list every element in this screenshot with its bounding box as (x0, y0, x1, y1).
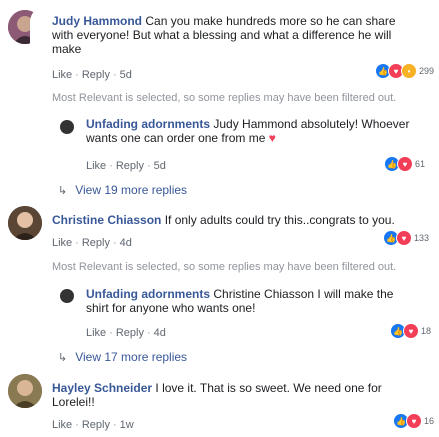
love-icon: ♥ (397, 156, 413, 172)
reply-text: Unfading adornments Judy Hammond absolut… (86, 117, 416, 145)
reply-author[interactable]: Unfading adornments (86, 117, 210, 131)
reply-link[interactable]: Reply (82, 69, 110, 81)
avatar-unfading-adornments[interactable] (60, 120, 74, 134)
like-link[interactable]: Like (52, 419, 72, 431)
timestamp[interactable]: 1w (120, 419, 134, 431)
reply-link[interactable]: Reply (82, 419, 110, 431)
comment-body-line: with everyone! But what a blessing and w… (52, 28, 392, 42)
love-icon: ♥ (396, 230, 412, 246)
reaction-summary[interactable]: 👍 ♥ 133 (383, 230, 429, 246)
reaction-summary[interactable]: 👍 ♥ 16 (393, 413, 434, 429)
comment-text: Hayley Schneider I love it. That is so s… (52, 381, 422, 409)
view-more-label: View 19 more replies (75, 183, 188, 197)
comment-text: Judy Hammond Can you make hundreds more … (52, 14, 422, 56)
timestamp[interactable]: 5d (120, 69, 132, 81)
comment-body-line: Lorelei!! (52, 395, 95, 409)
like-link[interactable]: Like (52, 69, 72, 81)
comment-body-line: I love it. That is so sweet. We need one… (155, 381, 382, 395)
view-more-replies[interactable]: ↳ View 19 more replies (58, 183, 187, 198)
reply-arrow-icon: ↳ (58, 352, 68, 364)
reaction-count: 299 (419, 66, 435, 76)
reply-link[interactable]: Reply (82, 237, 110, 249)
comment-body-line: make (52, 42, 82, 56)
love-icon: ♥ (403, 323, 419, 339)
timestamp[interactable]: 5d (154, 160, 166, 172)
reaction-count: 16 (424, 416, 435, 426)
reaction-summary[interactable]: 👍 ♥ • 299 (375, 63, 434, 79)
comment-actions: Like · Reply · 4d (52, 237, 132, 249)
like-link[interactable]: Like (52, 237, 72, 249)
view-more-replies[interactable]: ↳ View 17 more replies (58, 350, 187, 365)
like-link[interactable]: Like (86, 327, 106, 339)
reply-actions: Like · Reply · 4d (86, 327, 166, 339)
love-icon: ♥ (406, 413, 422, 429)
avatar-hayley[interactable] (8, 374, 42, 408)
reply-arrow-icon: ↳ (58, 185, 68, 197)
heart-icon: ♥ (268, 131, 276, 145)
reply-body-line: Judy Hammond absolutely! Whoever (213, 117, 410, 131)
comment-body-line: Can you make hundreds more so he can sha… (145, 14, 396, 28)
reaction-count: 61 (415, 159, 426, 169)
comment-actions: Like · Reply · 5d (52, 69, 132, 81)
comment-actions: Like · Reply · 1w (52, 419, 134, 431)
reply-body-line: Christine Chiasson I will make the (213, 287, 394, 301)
timestamp[interactable]: 4d (154, 327, 166, 339)
comment-body: If only adults could try this..congrats … (164, 213, 395, 227)
reply-link[interactable]: Reply (116, 327, 144, 339)
reply-body-line: shirt for anyone who wants one! (86, 301, 256, 315)
reply-body-line: wants one can order one from me (86, 131, 266, 145)
filter-notice: Most Relevant is selected, so some repli… (52, 92, 397, 104)
reaction-count: 18 (421, 326, 432, 336)
reply-author[interactable]: Unfading adornments (86, 287, 210, 301)
reply-link[interactable]: Reply (116, 160, 144, 172)
avatar-unfading-adornments[interactable] (60, 289, 74, 303)
view-more-label: View 17 more replies (75, 350, 188, 364)
reaction-count: 133 (414, 233, 430, 243)
reaction-summary[interactable]: 👍 ♥ 18 (390, 323, 431, 339)
comment-author[interactable]: Hayley Schneider (52, 381, 152, 395)
like-link[interactable]: Like (86, 160, 106, 172)
avatar-christine[interactable] (8, 206, 42, 240)
timestamp[interactable]: 4d (120, 237, 132, 249)
reply-actions: Like · Reply · 5d (86, 160, 166, 172)
reaction-summary[interactable]: 👍 ♥ 61 (384, 156, 425, 172)
wow-icon: • (401, 63, 417, 79)
comment-text: Christine Chiasson If only adults could … (52, 213, 422, 227)
comment-author[interactable]: Judy Hammond (52, 14, 142, 28)
comment-author[interactable]: Christine Chiasson (52, 213, 161, 227)
filter-notice: Most Relevant is selected, so some repli… (52, 261, 397, 273)
reply-text: Unfading adornments Christine Chiasson I… (86, 287, 416, 315)
